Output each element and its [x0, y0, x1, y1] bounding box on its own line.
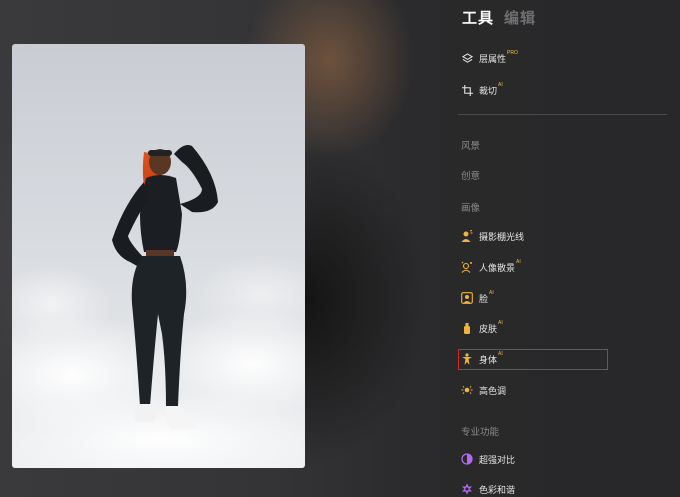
ai-badge: AI — [489, 289, 494, 296]
tool-label: 人像散景 — [479, 262, 516, 273]
skin-icon — [461, 322, 473, 334]
tool-label: 高色调 — [479, 385, 507, 396]
tool-label: 裁切 — [479, 85, 498, 96]
portrait-photo — [12, 145, 305, 468]
tool-label: 摄影棚光线 — [479, 231, 525, 242]
section-portrait[interactable]: 画像 — [461, 200, 480, 214]
tool-studio-light[interactable]: 摄影棚光线 — [461, 229, 524, 243]
section-pro-features[interactable]: 专业功能 — [461, 424, 499, 438]
ai-badge: AI — [498, 319, 503, 326]
crop-icon — [461, 84, 473, 96]
tab-edit[interactable]: 编辑 — [504, 7, 536, 28]
contrast-icon — [461, 453, 473, 465]
tool-label: 脸 — [479, 293, 489, 304]
tool-high-key[interactable]: 高色调 — [461, 383, 506, 397]
body-icon — [461, 353, 473, 365]
pro-badge: PRO — [507, 49, 518, 56]
color-harmony-icon — [461, 483, 473, 495]
portrait-bokeh-icon — [461, 261, 473, 273]
layers-icon — [461, 52, 473, 64]
tool-crop[interactable]: 裁切AI — [461, 81, 503, 97]
tab-tools[interactable]: 工具 — [462, 7, 494, 28]
tool-face[interactable]: 脸AI — [461, 289, 494, 305]
tool-color-harmony[interactable]: 色彩和谐 — [461, 482, 515, 496]
tool-label: 皮肤 — [479, 323, 498, 334]
ai-badge: AI — [498, 350, 503, 357]
tool-body[interactable]: 身体AI — [461, 350, 503, 366]
ai-badge: AI — [516, 258, 521, 265]
tool-label: 身体 — [479, 354, 498, 365]
ai-badge: AI — [498, 81, 503, 88]
tool-super-contrast[interactable]: 超强对比 — [461, 452, 515, 466]
studio-light-icon — [461, 230, 473, 242]
tool-skin[interactable]: 皮肤AI — [461, 319, 503, 335]
photo-canvas[interactable] — [12, 44, 305, 468]
panel-tabs: 工具 编辑 — [462, 7, 536, 28]
section-creative[interactable]: 创意 — [461, 168, 480, 182]
divider — [458, 114, 667, 115]
tool-layer-properties[interactable]: 层属性PRO — [461, 49, 518, 65]
tool-label: 超强对比 — [479, 454, 516, 465]
high-key-icon — [461, 384, 473, 396]
tool-label: 层属性 — [479, 53, 507, 64]
tool-portrait-bokeh[interactable]: 人像散景AI — [461, 258, 521, 274]
tool-panel-background — [440, 0, 680, 497]
face-icon — [461, 292, 473, 304]
section-landscape[interactable]: 风景 — [461, 138, 480, 152]
tool-label: 色彩和谐 — [479, 484, 516, 495]
